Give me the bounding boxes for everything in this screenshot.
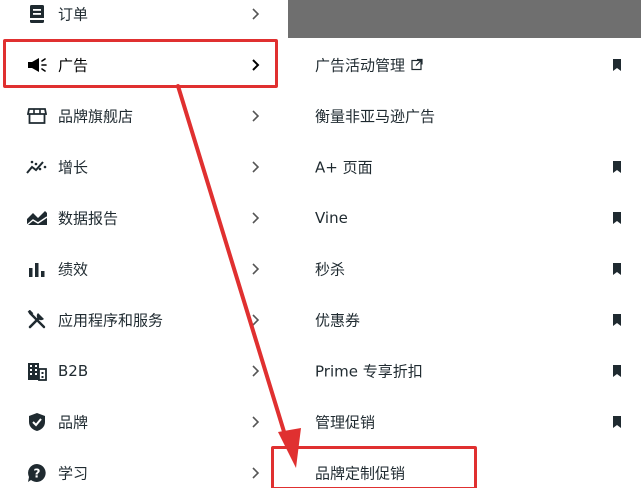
menu-item-data-reports[interactable]: 数据报告 bbox=[0, 192, 288, 243]
bookmark-icon[interactable] bbox=[612, 160, 622, 173]
bookmark-icon[interactable] bbox=[612, 313, 622, 326]
submenu-item-label: 优惠券 bbox=[315, 311, 361, 329]
menu-item-growth[interactable]: 增长 bbox=[0, 141, 288, 192]
chevron-right-icon bbox=[252, 211, 260, 224]
shield-check-icon bbox=[26, 411, 48, 433]
screenshot-stage: 订单 广告 品牌旗舰店 增长 数据报告 绩效 应用程序和服务 B2B 品牌 ? … bbox=[0, 0, 641, 488]
chevron-right-icon bbox=[252, 160, 260, 173]
submenu-item-prime-discounts[interactable]: Prime 专享折扣 bbox=[288, 345, 641, 396]
menu-item-learn[interactable]: ? 学习 bbox=[0, 447, 288, 488]
menu-item-brand-store[interactable]: 品牌旗舰店 bbox=[0, 90, 288, 141]
storefront-icon bbox=[26, 105, 48, 127]
submenu-item-label-wrap: 管理促销 bbox=[315, 411, 375, 432]
submenu-item-brand-tailored-promotions[interactable]: 品牌定制促销 bbox=[288, 447, 641, 488]
report-chart-icon bbox=[26, 207, 48, 229]
submenu-item-label: Vine bbox=[315, 208, 348, 227]
menu-item-apps-services[interactable]: 应用程序和服务 bbox=[0, 294, 288, 345]
menu-item-label: 品牌 bbox=[58, 413, 89, 431]
menu-item-advertising[interactable]: 广告 bbox=[0, 39, 288, 90]
menu-item-label: 订单 bbox=[58, 5, 89, 23]
submenu-item-label-wrap: 广告活动管理 bbox=[315, 54, 423, 75]
submenu-item-label: 管理促销 bbox=[315, 413, 376, 431]
submenu-item-label: 衡量非亚马逊广告 bbox=[315, 107, 436, 125]
chevron-right-icon bbox=[252, 364, 260, 377]
menu-item-brand[interactable]: 品牌 bbox=[0, 396, 288, 447]
chevron-right-icon bbox=[252, 313, 260, 326]
submenu-item-label-wrap: 衡量非亚马逊广告 bbox=[315, 105, 435, 126]
growth-chart-icon bbox=[26, 156, 48, 178]
submenu-item-campaign-manager[interactable]: 广告活动管理 bbox=[288, 39, 641, 90]
submenu-item-label: A+ 页面 bbox=[315, 158, 373, 176]
submenu-item-label: Prime 专享折扣 bbox=[315, 362, 423, 380]
order-icon bbox=[26, 3, 48, 25]
submenu-item-label-wrap: A+ 页面 bbox=[315, 156, 373, 177]
submenu-item-label-wrap: 品牌定制促销 bbox=[315, 462, 405, 483]
submenu-item-a-plus-content[interactable]: A+ 页面 bbox=[288, 141, 641, 192]
megaphone-icon bbox=[26, 54, 48, 76]
bookmark-icon[interactable] bbox=[612, 262, 622, 275]
submenu-item-manage-promotions[interactable]: 管理促销 bbox=[288, 396, 641, 447]
submenu-item-coupons[interactable]: 优惠券 bbox=[288, 294, 641, 345]
external-link-icon bbox=[411, 58, 423, 71]
menu-item-label: 数据报告 bbox=[58, 209, 119, 227]
help-bubble-icon: ? bbox=[26, 462, 48, 484]
svg-text:?: ? bbox=[34, 466, 41, 480]
menu-item-label: 增长 bbox=[58, 158, 89, 176]
advertising-submenu: 广告活动管理 衡量非亚马逊广告 A+ 页面 Vine 秒杀 优惠券 Prime … bbox=[288, 38, 641, 488]
menu-item-label: B2B bbox=[58, 361, 89, 380]
chevron-right-icon bbox=[252, 58, 260, 71]
bookmark-icon[interactable] bbox=[612, 211, 622, 224]
menu-item-orders[interactable]: 订单 bbox=[0, 0, 288, 39]
menu-item-label: 绩效 bbox=[58, 260, 89, 278]
submenu-item-label: 广告活动管理 bbox=[315, 56, 406, 74]
chevron-right-icon bbox=[252, 466, 260, 479]
submenu-item-label-wrap: Prime 专享折扣 bbox=[315, 360, 423, 381]
submenu-item-label: 秒杀 bbox=[315, 260, 346, 278]
menu-item-label: 品牌旗舰店 bbox=[58, 107, 134, 125]
bar-chart-icon bbox=[26, 258, 48, 280]
bookmark-icon[interactable] bbox=[612, 415, 622, 428]
submenu-item-measure-non-amazon-ads[interactable]: 衡量非亚马逊广告 bbox=[288, 90, 641, 141]
bookmark-icon[interactable] bbox=[612, 58, 622, 71]
menu-item-b2b[interactable]: B2B bbox=[0, 345, 288, 396]
chevron-right-icon bbox=[252, 109, 260, 122]
tools-icon bbox=[26, 309, 48, 331]
chevron-right-icon bbox=[252, 7, 260, 20]
menu-item-label: 应用程序和服务 bbox=[58, 311, 164, 329]
menu-item-label: 学习 bbox=[58, 464, 89, 482]
submenu-item-label-wrap: Vine bbox=[315, 209, 348, 227]
building-icon bbox=[26, 360, 48, 382]
submenu-item-label: 品牌定制促销 bbox=[315, 464, 406, 482]
bookmark-icon[interactable] bbox=[612, 364, 622, 377]
chevron-right-icon bbox=[252, 262, 260, 275]
menu-item-performance[interactable]: 绩效 bbox=[0, 243, 288, 294]
menu-item-label: 广告 bbox=[58, 56, 89, 74]
chevron-right-icon bbox=[252, 415, 260, 428]
submenu-item-label-wrap: 优惠券 bbox=[315, 309, 360, 330]
submenu-item-lightning-deals[interactable]: 秒杀 bbox=[288, 243, 641, 294]
submenu-item-vine[interactable]: Vine bbox=[288, 192, 641, 243]
submenu-item-label-wrap: 秒杀 bbox=[315, 258, 345, 279]
main-nav-menu: 订单 广告 品牌旗舰店 增长 数据报告 绩效 应用程序和服务 B2B 品牌 ? … bbox=[0, 0, 288, 488]
